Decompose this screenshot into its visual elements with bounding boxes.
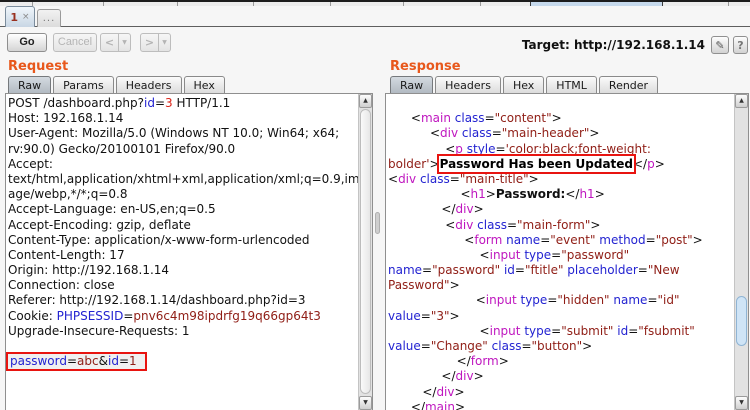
response-line: </div> (388, 385, 734, 400)
response-line: bolder'>Password Has been Updated</p> (388, 157, 734, 172)
request-line: Origin: http://192.168.1.14 (8, 263, 358, 278)
response-line: </form> (388, 354, 734, 369)
response-line: </div> (388, 202, 734, 217)
request-line: User-Agent: Mozilla/5.0 (Windows NT 10.0… (8, 126, 358, 141)
target-url: http://192.168.1.14 (574, 38, 705, 52)
prev-arrow-icon[interactable]: < (101, 34, 118, 51)
next-dropdown-caret-icon[interactable]: ▼ (158, 34, 170, 51)
request-line (8, 339, 358, 354)
response-tabs: RawHeadersHexHTMLRender (390, 76, 658, 93)
request-line: Host: 192.168.1.14 (8, 111, 358, 126)
tabbar-separator (177, 2, 178, 6)
response-line: <input type="password" (388, 248, 734, 263)
request-line: password=abc&id=1 (8, 354, 358, 369)
active-tool-tab-edge (530, 2, 663, 6)
scroll-up-icon[interactable]: ▲ (735, 94, 748, 108)
request-line: Content-Type: application/x-www-form-url… (8, 233, 358, 248)
response-line: <div class="main-form"> (388, 218, 734, 233)
request-scrollbar[interactable]: ▲ ▼ (358, 94, 372, 410)
response-line: <p style='color:black;font-weight: (388, 142, 734, 157)
panel-splitter-handle[interactable] (375, 212, 380, 234)
request-highlight-box: password=abc&id=1 (8, 354, 145, 369)
request-title: Request (8, 59, 68, 74)
request-editor[interactable]: POST /dashboard.php?id=3 HTTP/1.1Host: 1… (6, 94, 358, 410)
target-label: Target: (522, 38, 570, 52)
response-scroll-thumb[interactable] (736, 296, 747, 346)
edit-target-button[interactable]: ✎ (711, 36, 729, 54)
request-line: text/html,application/xhtml+xml,applicat… (8, 172, 358, 187)
go-button[interactable]: Go (7, 33, 47, 52)
target-display: Target: http://192.168.1.14 (522, 38, 705, 52)
request-line: Connection: close (8, 278, 358, 293)
request-tab-hex[interactable]: Hex (184, 76, 225, 93)
response-line: </main> (388, 400, 734, 410)
response-tab-hex[interactable]: Hex (503, 76, 544, 93)
response-line: <form name="event" method="post"> (388, 233, 734, 248)
repeater-tab-number: 1 (10, 11, 18, 24)
request-line: age/webp,*/*;q=0.8 (8, 187, 358, 202)
tabbar-separator (728, 2, 729, 6)
tabbar-separator (103, 2, 104, 6)
response-line: value="3"> (388, 309, 734, 324)
request-line: rv:90.0) Gecko/20100101 Firefox/90.0 (8, 142, 358, 157)
response-line: Password"> (388, 278, 734, 293)
request-line: Referer: http://192.168.1.14/dashboard.p… (8, 293, 358, 308)
response-line: name="password" id="ftitle" placeholder=… (388, 263, 734, 278)
tab-row-divider (0, 26, 750, 27)
request-line: Accept-Encoding: gzip, deflate (8, 218, 358, 233)
help-button[interactable]: ? (733, 36, 748, 54)
response-tab-raw[interactable]: Raw (390, 76, 433, 93)
response-line: </div> (388, 369, 734, 384)
request-line: Content-Length: 17 (8, 248, 358, 263)
next-request-button[interactable]: > ▼ (140, 33, 171, 52)
scroll-up-icon[interactable]: ▲ (359, 94, 372, 108)
response-tab-html[interactable]: HTML (546, 76, 597, 93)
request-line: POST /dashboard.php?id=3 HTTP/1.1 (8, 96, 358, 111)
response-panel: <main class="content"> <div class="main-… (385, 93, 749, 410)
tabbar-separator (330, 2, 331, 6)
question-mark-icon: ? (737, 39, 743, 52)
pencil-icon: ✎ (715, 39, 724, 52)
request-line: Upgrade-Insecure-Requests: 1 (8, 324, 358, 339)
tabbar-separator (403, 2, 404, 6)
response-line: <div class="main-header"> (388, 126, 734, 141)
close-tab-icon[interactable]: × (22, 12, 30, 22)
scroll-down-icon[interactable]: ▼ (359, 396, 372, 410)
repeater-tab-1[interactable]: 1 × (5, 6, 35, 27)
response-line: <main class="content"> (388, 111, 734, 126)
response-tab-headers[interactable]: Headers (435, 76, 501, 93)
request-panel: POST /dashboard.php?id=3 HTTP/1.1Host: 1… (5, 93, 373, 410)
response-line: <h1>Password:</h1> (388, 187, 734, 202)
response-line: <input type="hidden" name="id" (388, 293, 734, 308)
response-editor[interactable]: <main class="content"> <div class="main-… (386, 94, 734, 410)
request-line: Accept-Language: en-US,en;q=0.5 (8, 202, 358, 217)
prev-dropdown-caret-icon[interactable]: ▼ (118, 34, 130, 51)
request-tabs: RawParamsHeadersHex (8, 76, 225, 93)
request-line: Accept: (8, 157, 358, 172)
response-line: value="Change" class="button"> (388, 339, 734, 354)
prev-request-button[interactable]: < ▼ (100, 33, 131, 52)
next-arrow-icon[interactable]: > (141, 34, 158, 51)
response-line: <div class="main-title"> (388, 172, 734, 187)
response-line: <input type="submit" id="fsubmit" (388, 324, 734, 339)
tabbar-separator (253, 2, 254, 6)
response-line (388, 96, 734, 111)
request-tab-raw[interactable]: Raw (8, 76, 51, 93)
request-scroll-thumb[interactable] (360, 109, 371, 394)
response-tab-render[interactable]: Render (599, 76, 658, 93)
cancel-button[interactable]: Cancel (53, 33, 97, 52)
new-tab-button[interactable]: ... (37, 9, 61, 27)
response-title: Response (390, 59, 461, 74)
scroll-down-icon[interactable]: ▼ (735, 396, 748, 410)
tabbar-separator (480, 2, 481, 6)
response-scrollbar[interactable]: ▲ ▼ (734, 94, 748, 410)
request-tab-headers[interactable]: Headers (116, 76, 182, 93)
main-tabbar-edge (0, 0, 750, 6)
request-line: Cookie: PHPSESSID=pnv6c4m98ipdrfg19q66gp… (8, 309, 358, 324)
request-tab-params[interactable]: Params (53, 76, 114, 93)
